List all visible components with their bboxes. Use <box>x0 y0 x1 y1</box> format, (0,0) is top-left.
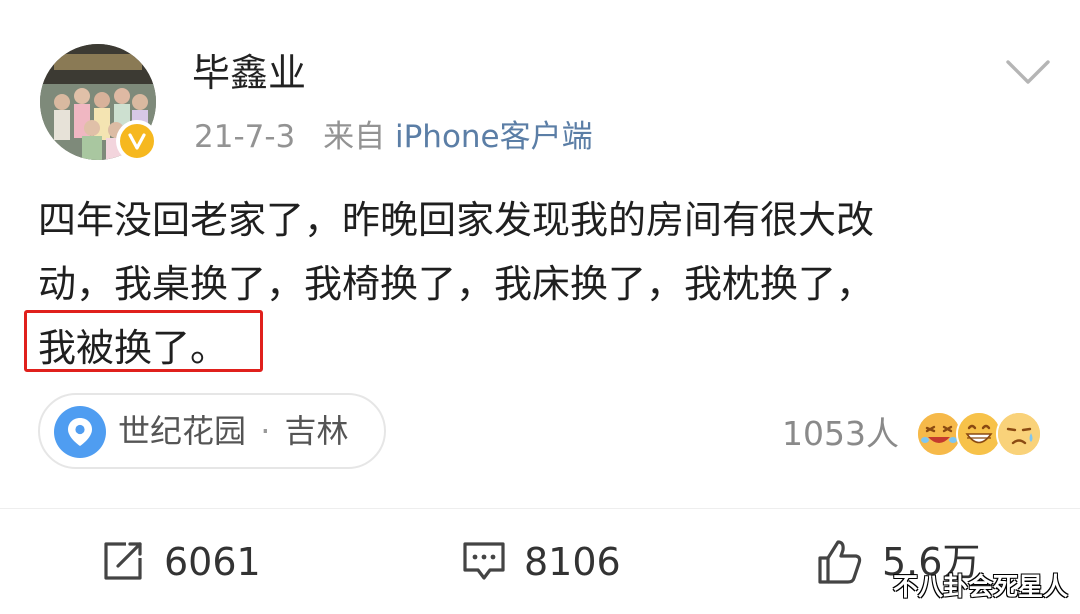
location-pin-icon <box>54 406 106 458</box>
author-name[interactable]: 毕鑫业 <box>192 48 306 98</box>
watermark: 不八卦会死星人 <box>893 572 1069 601</box>
comment-button[interactable]: 8106 <box>460 534 630 590</box>
highlight-box <box>24 310 263 372</box>
verified-badge-icon <box>116 120 158 162</box>
repost-icon <box>104 542 142 580</box>
chevron-down-icon[interactable] <box>1004 54 1052 90</box>
repost-count: 6061 <box>164 540 261 584</box>
location-place: 世纪花园 <box>118 412 247 450</box>
tearful-emoji-icon[interactable] <box>996 411 1042 457</box>
post-date: 21-7-3 <box>194 119 296 155</box>
location-chip[interactable]: 世纪花园 · 吉林 <box>38 393 386 469</box>
post-source[interactable]: iPhone客户端 <box>395 119 593 155</box>
location-label: 世纪花园 · 吉林 <box>118 407 349 455</box>
comment-count: 8106 <box>524 540 621 584</box>
post-line: 动，我桌换了，我椅换了，我床换了，我枕换了， <box>38 262 875 306</box>
divider <box>0 508 1080 509</box>
from-label: 来自 <box>323 119 386 155</box>
weibo-post-card: 毕鑫业 21-7-3 来自 iPhone客户端 四年没回老家了，昨晚回家发现我的… <box>0 0 1080 614</box>
location-city: 吉林 <box>284 412 349 450</box>
post-meta: 21-7-3 来自 iPhone客户端 <box>194 114 593 160</box>
post-line: 四年没回老家了，昨晚回家发现我的房间有很大改 <box>38 198 875 242</box>
location-separator: · <box>260 412 271 450</box>
comment-icon <box>463 542 505 580</box>
reaction-count[interactable]: 1053人 <box>782 410 899 458</box>
repost-button[interactable]: 6061 <box>100 534 270 590</box>
thumbs-up-icon <box>818 540 862 584</box>
